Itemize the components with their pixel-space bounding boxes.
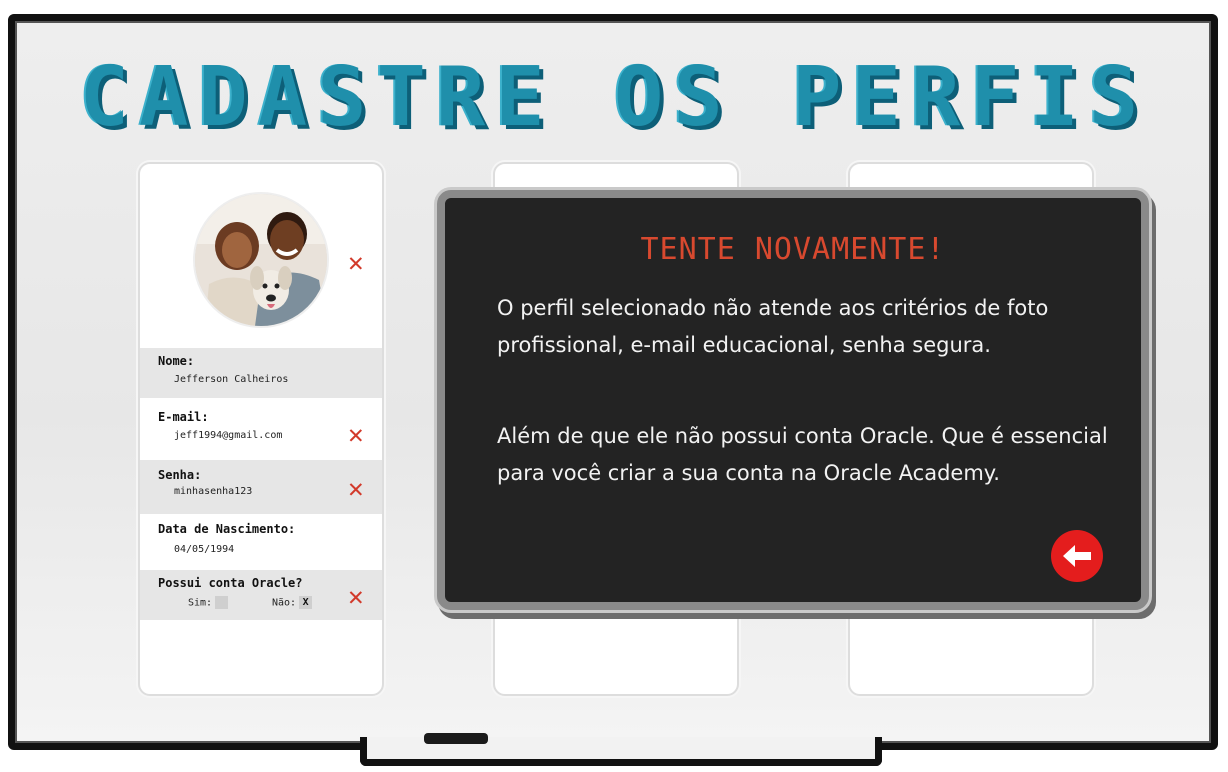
password-value: minhasenha123 bbox=[174, 486, 253, 497]
photo-error-x-icon: ✕ bbox=[348, 248, 364, 278]
marker-icon bbox=[424, 733, 488, 744]
profile-photo-image bbox=[195, 194, 327, 326]
dialog-paragraph-2: Além de que ele não possui conta Oracle.… bbox=[497, 424, 1108, 485]
profile-photo bbox=[193, 192, 329, 328]
profile-card-1[interactable]: ✕ Nome: Jefferson Calheiros E-mail: jeff… bbox=[138, 162, 384, 696]
oracle-account-label: Possui conta Oracle? bbox=[158, 576, 303, 590]
birthdate-label: Data de Nascimento: bbox=[158, 522, 296, 536]
birthdate-field: Data de Nascimento: 04/05/1994 bbox=[140, 514, 382, 570]
back-button[interactable] bbox=[1051, 530, 1103, 582]
oracle-yes-option: Sim: bbox=[188, 596, 229, 609]
arrow-left-icon bbox=[1063, 545, 1091, 567]
name-value: Jefferson Calheiros bbox=[174, 374, 289, 385]
email-error-x-icon: ✕ bbox=[348, 420, 364, 450]
oracle-no-label: Não: bbox=[272, 597, 297, 609]
error-dialog: TENTE NOVAMENTE! O perfil selecionado nã… bbox=[437, 190, 1149, 610]
oracle-no-option: Não: X bbox=[272, 596, 313, 609]
password-error-x-icon: ✕ bbox=[348, 474, 364, 504]
name-label: Nome: bbox=[158, 354, 195, 368]
birthdate-value: 04/05/1994 bbox=[174, 544, 235, 555]
oracle-no-checkbox[interactable]: X bbox=[299, 596, 313, 609]
dialog-paragraph-1: O perfil selecionado não atende aos crit… bbox=[497, 296, 1049, 357]
oracle-account-field: Possui conta Oracle? Sim: Não: X ✕ bbox=[140, 570, 382, 620]
oracle-yes-label: Sim: bbox=[188, 597, 213, 609]
dialog-title: TENTE NOVAMENTE! bbox=[640, 232, 946, 267]
password-label: Senha: bbox=[158, 468, 202, 482]
page-title: CADASTRE OS PERFIS bbox=[79, 50, 1149, 145]
oracle-error-x-icon: ✕ bbox=[348, 582, 364, 612]
name-field: Nome: Jefferson Calheiros bbox=[140, 348, 382, 398]
email-value: jeff1994@gmail.com bbox=[174, 430, 283, 441]
email-label: E-mail: bbox=[158, 410, 209, 424]
email-field: E-mail: jeff1994@gmail.com ✕ bbox=[140, 398, 382, 460]
password-field: Senha: minhasenha123 ✕ bbox=[140, 460, 382, 514]
oracle-yes-checkbox[interactable] bbox=[215, 596, 229, 609]
